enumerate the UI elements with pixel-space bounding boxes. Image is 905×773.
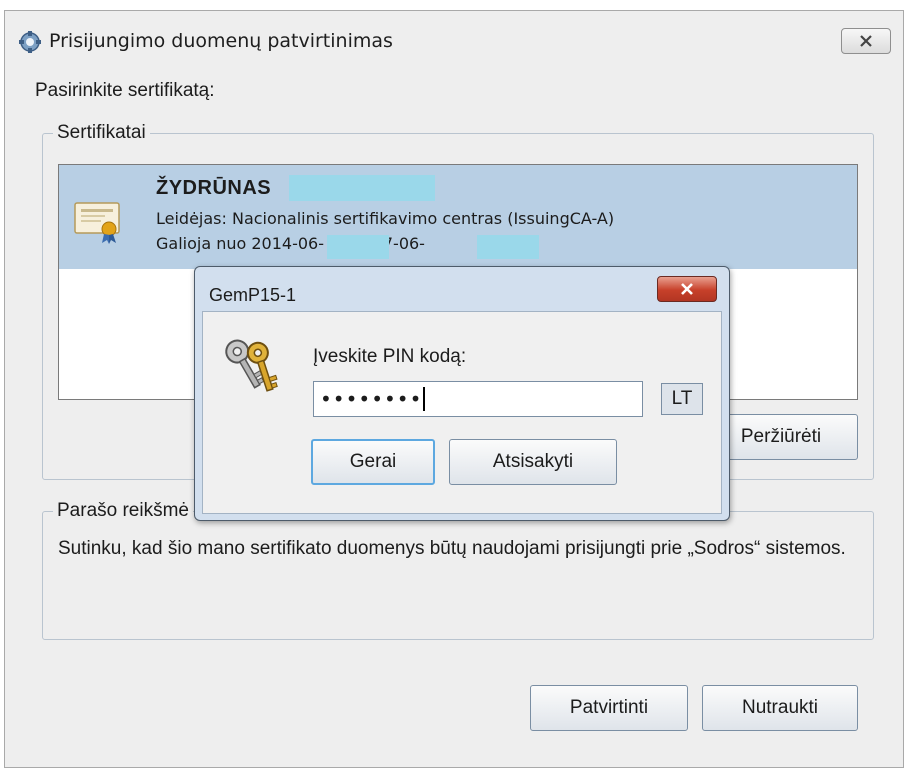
signature-legend: Parašo reikšmė <box>57 500 189 521</box>
signature-group: Parašo reikšmė <box>42 500 874 640</box>
title-bar: Prisijungimo duomenų patvirtinimas <box>5 11 903 71</box>
redacted-surname <box>289 175 435 201</box>
abort-button[interactable]: Nutraukti <box>702 685 858 731</box>
certificate-issuer: Leidėjas: Nacionalinis sertifikavimo cen… <box>156 209 615 228</box>
redacted-start-date <box>327 235 389 259</box>
certificate-row[interactable]: ŽYDRŪNAS Leidėjas: Nacionalinis sertifik… <box>59 165 857 269</box>
app-icon <box>19 31 41 53</box>
pin-dialog: GemP15-1 Įveskite PIN kodą: •••••••• LT … <box>194 266 730 521</box>
choose-certificate-prompt: Pasirinkite sertifikatą: <box>35 80 215 101</box>
signature-text: Sutinku, kad šio mano sertifikato duomen… <box>58 538 846 559</box>
redacted-end-date <box>477 235 539 259</box>
pin-masked-value: •••••••• <box>320 387 423 411</box>
window-title: Prisijungimo duomenų patvirtinimas <box>49 30 393 52</box>
close-icon <box>860 35 872 47</box>
certificate-icon <box>73 201 125 245</box>
pin-cancel-button[interactable]: Atsisakyti <box>449 439 617 485</box>
pin-dialog-body: Įveskite PIN kodą: •••••••• LT Gerai Ats… <box>202 311 722 514</box>
keyboard-language-indicator[interactable]: LT <box>661 383 703 415</box>
certificate-holder-name: ŽYDRŪNAS <box>156 177 272 199</box>
pin-input[interactable]: •••••••• <box>313 381 643 417</box>
pin-label: Įveskite PIN kodą: <box>313 346 467 367</box>
text-caret <box>423 387 426 411</box>
keys-icon <box>221 334 281 398</box>
window-close-button[interactable] <box>841 28 891 54</box>
pin-dialog-close-button[interactable] <box>657 276 717 302</box>
close-icon <box>681 283 693 295</box>
confirm-button[interactable]: Patvirtinti <box>530 685 688 731</box>
certificates-legend: Sertifikatai <box>57 122 146 143</box>
pin-ok-button[interactable]: Gerai <box>311 439 435 485</box>
pin-dialog-title: GemP15-1 <box>209 285 297 305</box>
